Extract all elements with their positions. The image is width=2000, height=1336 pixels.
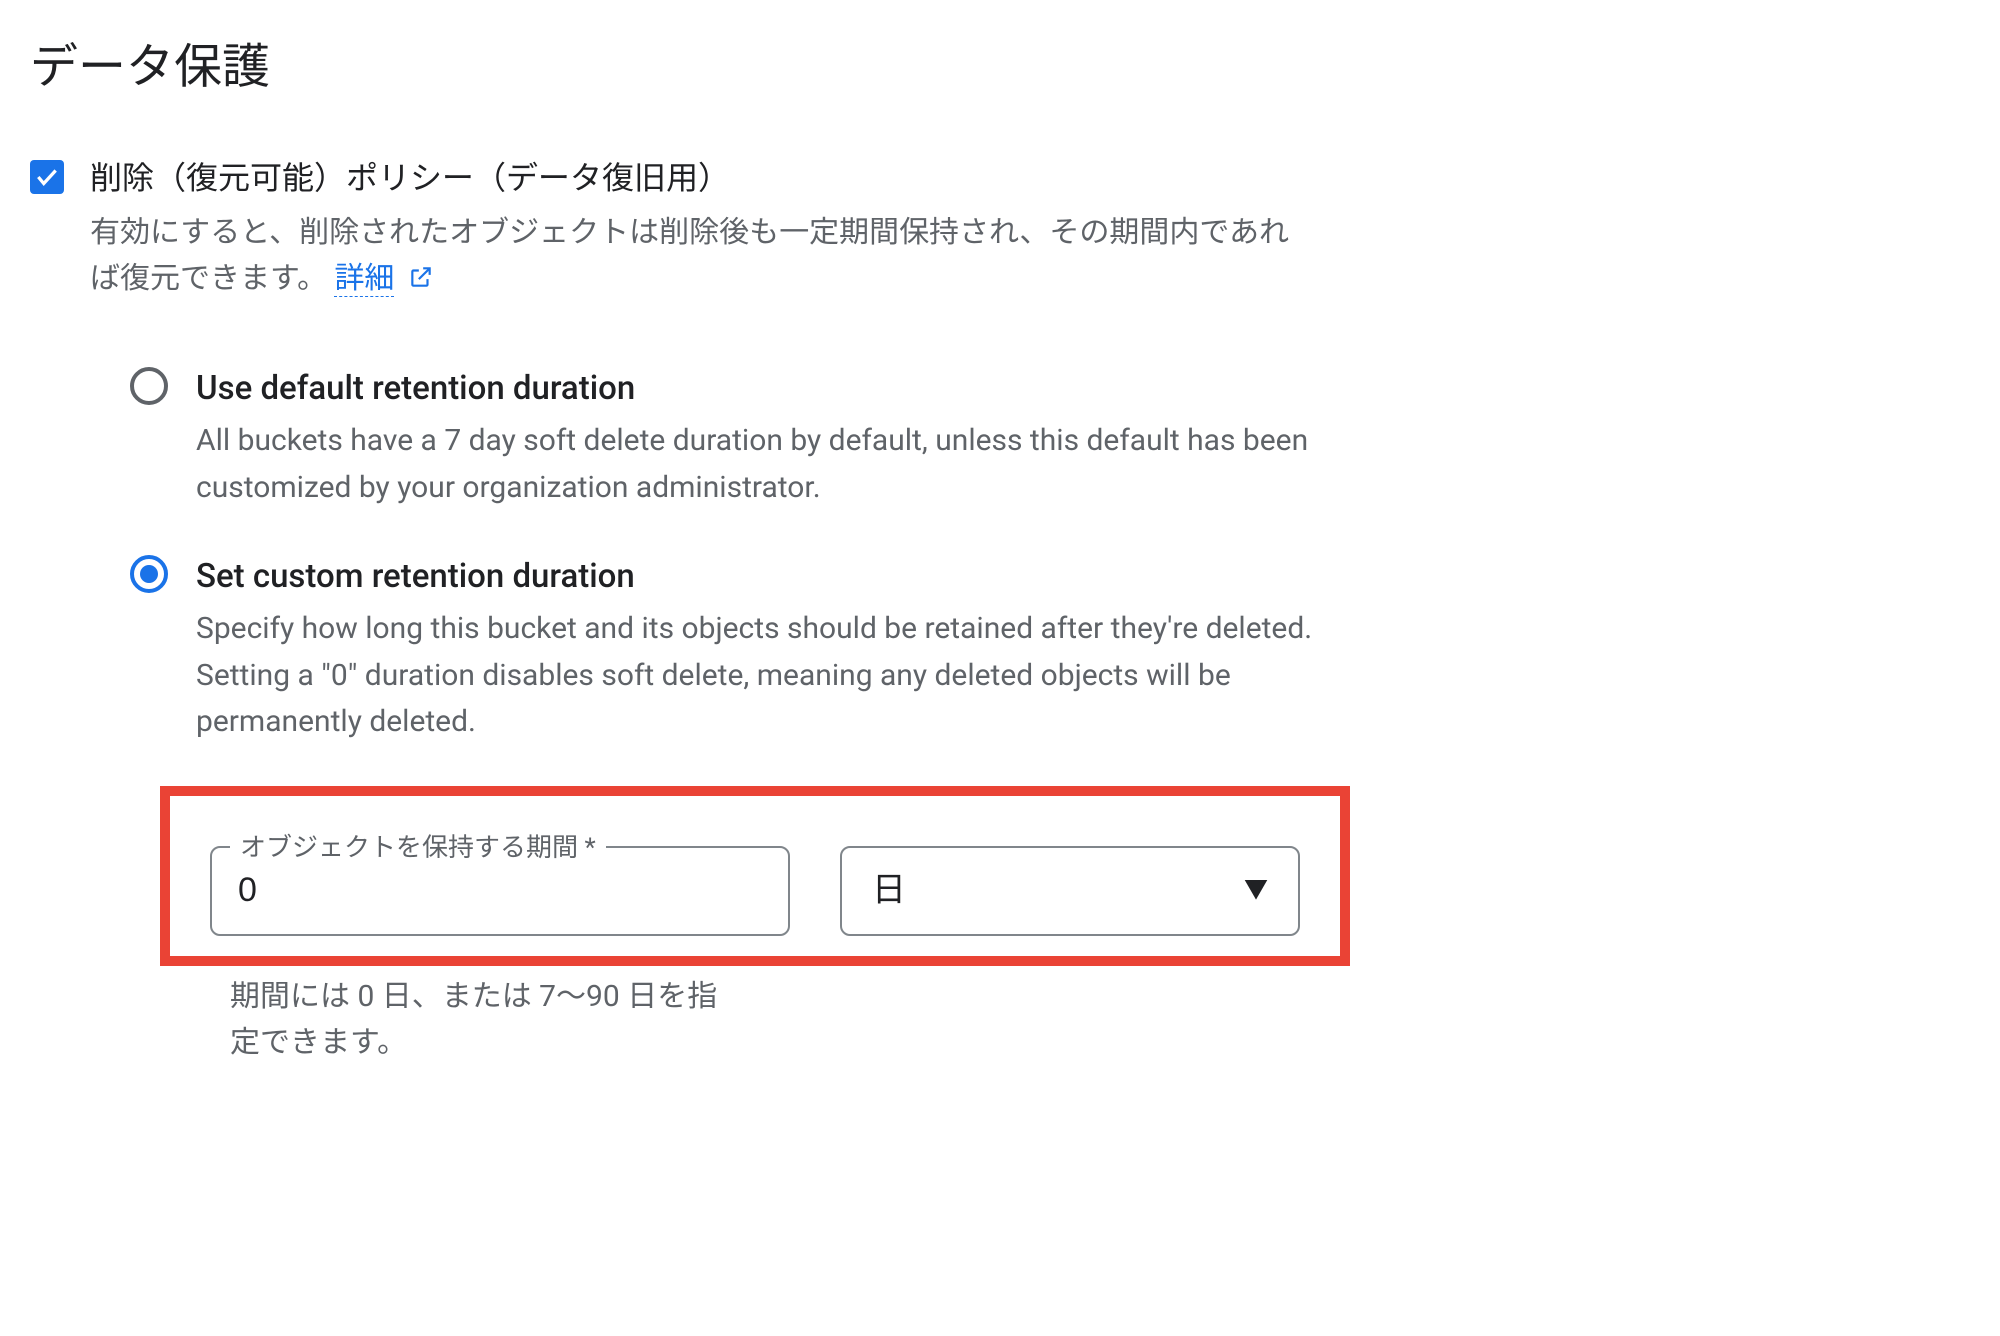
radio-unchecked-icon bbox=[130, 367, 168, 405]
radio-default-label: Use default retention duration bbox=[196, 363, 1330, 414]
retention-duration-field: オブジェクトを保持する期間 * bbox=[210, 846, 790, 936]
external-link-icon bbox=[408, 264, 434, 290]
retention-duration-label: オブジェクトを保持する期間 * bbox=[230, 828, 606, 868]
retention-unit-select[interactable]: 日 ▼ bbox=[840, 846, 1300, 936]
radio-custom-retention[interactable]: Set custom retention duration Specify ho… bbox=[130, 551, 1330, 746]
radio-default-desc: All buckets have a 7 day soft delete dur… bbox=[196, 418, 1330, 511]
retention-unit-value: 日 bbox=[872, 864, 906, 917]
soft-delete-description: 有効にすると、削除されたオブジェクトは削除後も一定期間保持され、その期間内であれ… bbox=[90, 210, 1290, 303]
radio-custom-label: Set custom retention duration bbox=[196, 551, 1330, 602]
radio-checked-icon bbox=[130, 555, 168, 593]
retention-duration-hint: 期間には 0 日、または 7～90 日を指定できます。 bbox=[230, 974, 730, 1067]
soft-delete-policy-row: 削除（復元可能）ポリシー（データ復旧用） 有効にすると、削除されたオブジェクトは… bbox=[30, 154, 1970, 303]
radio-custom-desc: Specify how long this bucket and its obj… bbox=[196, 606, 1330, 746]
soft-delete-desc-text: 有効にすると、削除されたオブジェクトは削除後も一定期間保持され、その期間内であれ… bbox=[90, 215, 1289, 297]
section-title: データ保護 bbox=[30, 30, 1970, 104]
retention-duration-highlight: オブジェクトを保持する期間 * 日 ▼ bbox=[160, 786, 1350, 966]
check-icon bbox=[34, 164, 60, 190]
retention-radio-group: Use default retention duration All bucke… bbox=[30, 363, 1330, 746]
radio-default-retention[interactable]: Use default retention duration All bucke… bbox=[130, 363, 1330, 511]
soft-delete-label: 削除（復元可能）ポリシー（データ復旧用） bbox=[90, 154, 1970, 204]
learn-more-link[interactable]: 詳細 bbox=[334, 261, 394, 297]
chevron-down-icon: ▼ bbox=[1244, 872, 1268, 909]
soft-delete-checkbox[interactable] bbox=[30, 160, 64, 194]
